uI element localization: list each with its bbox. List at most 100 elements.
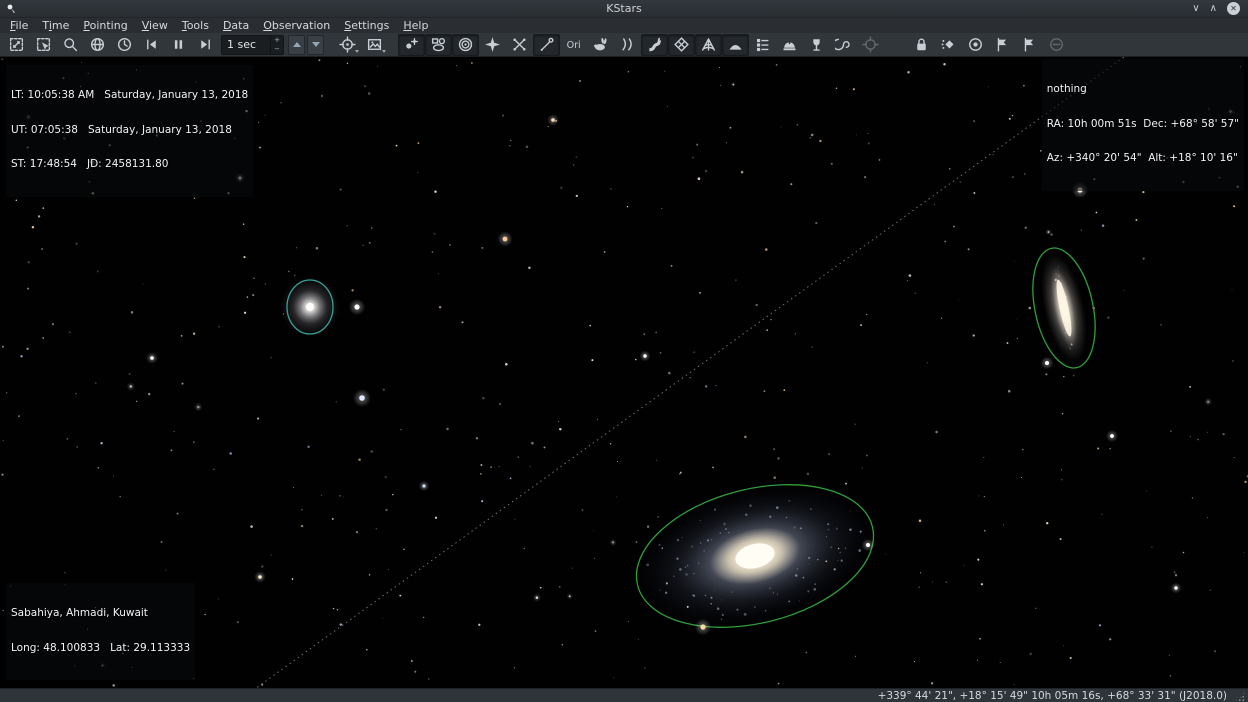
pause-icon [170, 36, 187, 53]
toggle-equatorial-grid-button[interactable] [668, 34, 695, 56]
planets-icon [457, 36, 474, 53]
minuscircle-icon [1048, 36, 1065, 53]
main-toolbar: 1 sec+− Ori [0, 33, 1248, 57]
close-icon[interactable]: ✕ [1227, 2, 1240, 15]
cbound-icon [619, 36, 636, 53]
location-long-lat: Long: 48.100833 Lat: 29.113333 [11, 643, 190, 655]
spin-minus-icon[interactable]: − [271, 45, 283, 54]
toggle-constellation-names-button[interactable]: Ori [560, 34, 587, 56]
targetdot-icon [967, 36, 984, 53]
toggle-horizontal-grid-button[interactable] [695, 34, 722, 56]
window-title: KStars [0, 2, 1248, 15]
hips-icon [835, 36, 852, 53]
target-circle-button[interactable] [962, 34, 989, 56]
flag-icon [1021, 36, 1038, 53]
time-step-forward-button[interactable] [192, 34, 219, 56]
lock-icon [913, 36, 930, 53]
stepfwd-icon [197, 36, 214, 53]
menu-settings[interactable]: Settings [337, 18, 396, 33]
menu-view[interactable]: View [135, 18, 175, 33]
time-info-overlay: LT: 10:05:38 AM Saturday, January 13, 20… [6, 65, 253, 197]
fullscreen-icon [8, 36, 25, 53]
center-telescope-button [857, 34, 884, 56]
export-sky-image-button[interactable] [361, 34, 388, 56]
sky-map[interactable]: LT: 10:05:38 AM Saturday, January 13, 20… [0, 57, 1248, 688]
set-time-button[interactable] [111, 34, 138, 56]
target-icon [339, 36, 356, 53]
diamond-icon [940, 36, 957, 53]
stars-icon [403, 36, 420, 53]
time-step-backward-button[interactable] [138, 34, 165, 56]
toggle-deep-sky-objects-button[interactable] [425, 34, 452, 56]
toggle-satellites-button[interactable] [506, 34, 533, 56]
svg-text:Ori: Ori [567, 40, 581, 51]
fullscreen-button[interactable] [3, 34, 30, 56]
menu-help[interactable]: Help [396, 18, 435, 33]
location-overlay: Sabahiya, Ahmadi, Kuwait Long: 48.100833… [6, 583, 195, 680]
cnames-icon: Ori [565, 36, 582, 53]
minimize-icon[interactable]: ∨ [1192, 4, 1199, 14]
focus-az-alt: Az: +340° 20' 54" Alt: +18° 10' 16" [1047, 153, 1239, 165]
zoom-region-button[interactable] [30, 34, 57, 56]
menu-observation[interactable]: Observation [256, 18, 337, 33]
toggle-ground-button[interactable] [722, 34, 749, 56]
find-object-button[interactable] [57, 34, 84, 56]
toggle-stars-button[interactable] [398, 34, 425, 56]
arrow-up-icon [293, 42, 301, 47]
image-icon [366, 36, 383, 53]
sidereal-time: ST: 17:48:54 JD: 2458131.80 [11, 159, 248, 171]
titlebar: KStars ∨ ∧ ✕ [0, 0, 1248, 18]
eyepiece-view-button[interactable] [803, 34, 830, 56]
arrow-down-icon [312, 42, 320, 47]
observation-flag-button[interactable] [989, 34, 1016, 56]
deepsky-icon [430, 36, 447, 53]
toggle-constellation-lines-button[interactable] [533, 34, 560, 56]
dropdown-caret-icon [382, 50, 386, 53]
toggle-solar-system-button[interactable] [452, 34, 479, 56]
satellites-icon [511, 36, 528, 53]
ground-icon [727, 36, 744, 53]
focus-info-overlay: nothing RA: 10h 00m 51s Dec: +68° 58' 57… [1042, 59, 1244, 191]
speed-down-button[interactable] [307, 35, 324, 55]
hips-overlay-button[interactable] [830, 34, 857, 56]
toggle-milky-way-button[interactable] [641, 34, 668, 56]
whats-interesting-button[interactable] [749, 34, 776, 56]
menu-tools[interactable]: Tools [175, 18, 216, 33]
globe-icon [89, 36, 106, 53]
dome-icon [781, 36, 798, 53]
focus-object-name: nothing [1047, 84, 1239, 96]
find-icon [62, 36, 79, 53]
local-time: LT: 10:05:38 AM Saturday, January 13, 20… [11, 90, 248, 102]
toggle-constellation-boundaries-button[interactable] [614, 34, 641, 56]
time-step-spinbox[interactable]: 1 sec+− [221, 35, 284, 55]
kstars-window: KStars ∨ ∧ ✕ FileTimePointingViewToolsDa… [0, 0, 1248, 702]
toggle-constellation-art-button[interactable] [587, 34, 614, 56]
spin-plus-icon[interactable]: + [271, 36, 283, 45]
lock-position-button[interactable] [908, 34, 935, 56]
maximize-icon[interactable]: ∧ [1210, 4, 1217, 14]
time-step-value[interactable]: 1 sec [222, 36, 270, 54]
menu-time[interactable]: Time [35, 18, 76, 33]
dropdown-caret-icon [355, 50, 359, 53]
observatory-dome-button[interactable] [776, 34, 803, 56]
flag-icon [994, 36, 1011, 53]
menu-data[interactable]: Data [216, 18, 256, 33]
horgrid-icon [700, 36, 717, 53]
eqgrid-icon [673, 36, 690, 53]
statusbar-coordinates: +339° 44' 21", +18° 15' 49" 10h 05m 16s,… [878, 690, 1227, 702]
focus-object-button[interactable] [334, 34, 361, 56]
toggle-supernovae-button[interactable] [479, 34, 506, 56]
speed-up-button[interactable] [288, 35, 305, 55]
milkyway-icon [646, 36, 663, 53]
geographic-location-button[interactable] [84, 34, 111, 56]
clines-icon [538, 36, 555, 53]
menu-pointing[interactable]: Pointing [76, 18, 134, 33]
color-scheme-button[interactable] [935, 34, 962, 56]
clock-icon [116, 36, 133, 53]
pause-clock-button[interactable] [165, 34, 192, 56]
resize-grip-icon[interactable] [1235, 692, 1245, 702]
stepback-icon [143, 36, 160, 53]
focus-ra-dec: RA: 10h 00m 51s Dec: +68° 58' 57" [1047, 119, 1239, 131]
observation-flag-2-button[interactable] [1016, 34, 1043, 56]
menu-file[interactable]: File [3, 18, 35, 33]
